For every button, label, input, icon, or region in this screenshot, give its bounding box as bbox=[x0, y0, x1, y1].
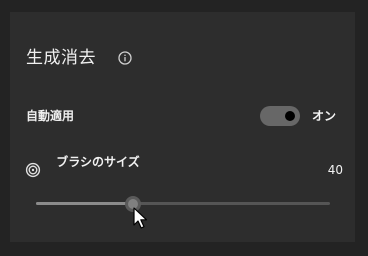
slider-fill bbox=[36, 202, 134, 205]
info-icon[interactable] bbox=[118, 51, 132, 65]
panel-title: 生成消去 bbox=[26, 48, 96, 68]
auto-apply-toggle[interactable] bbox=[260, 106, 300, 126]
brush-size-value: 40 bbox=[327, 163, 343, 177]
toggle-knob bbox=[285, 111, 295, 121]
brush-size-slider[interactable] bbox=[36, 196, 330, 212]
arrow-cursor-icon bbox=[133, 207, 148, 229]
brush-size-label: ブラシのサイズ bbox=[56, 155, 140, 169]
target-icon bbox=[25, 162, 41, 178]
auto-apply-state: オン bbox=[312, 109, 337, 123]
auto-apply-label: 自動適用 bbox=[26, 109, 75, 123]
generative-erase-panel: 生成消去 自動適用 オン ブラシのサイズ 40 bbox=[10, 12, 355, 242]
